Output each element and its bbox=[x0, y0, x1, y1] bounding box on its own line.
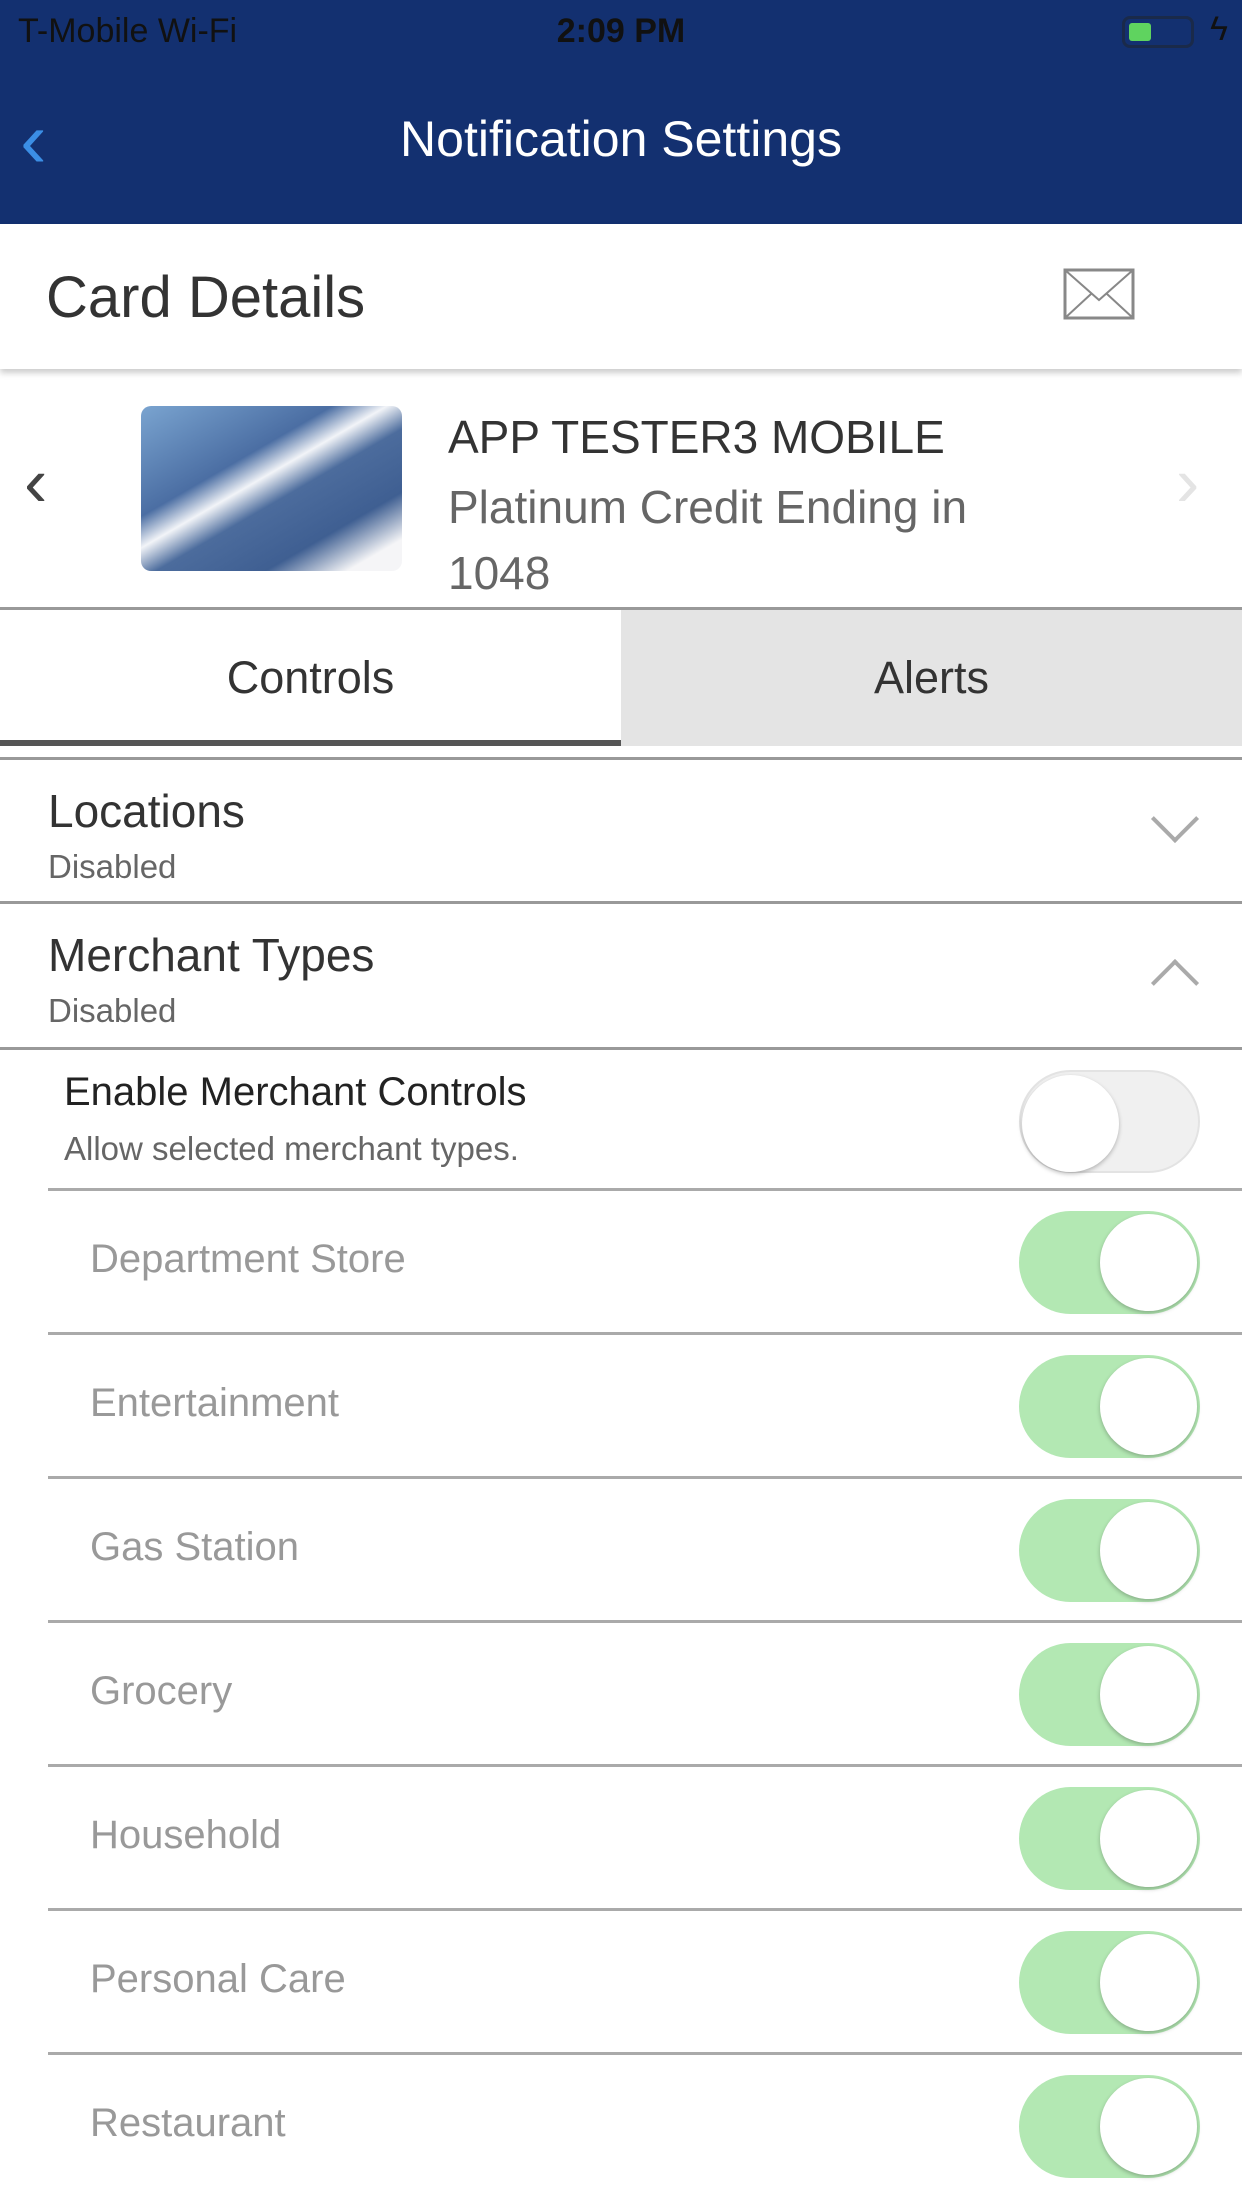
time-label: 2:09 PM bbox=[556, 12, 686, 50]
enable-title: Enable Merchant Controls bbox=[64, 1070, 527, 1114]
merchant-toggle[interactable] bbox=[1019, 1355, 1200, 1458]
merchant-toggle[interactable] bbox=[1019, 1499, 1200, 1602]
mail-icon[interactable] bbox=[1063, 268, 1135, 320]
tab-controls[interactable]: Controls bbox=[0, 610, 621, 746]
merchant-row: Gas Station bbox=[48, 1476, 1242, 1620]
merchant-toggle[interactable] bbox=[1019, 2075, 1200, 2178]
merchant-toggle[interactable] bbox=[1019, 1211, 1200, 1314]
merchant-row: Grocery bbox=[48, 1620, 1242, 1764]
merchant-row: Personal Care bbox=[48, 1908, 1242, 2052]
merchant-row: Entertainment bbox=[48, 1332, 1242, 1476]
merchant-label: Grocery bbox=[90, 1669, 233, 1713]
page-title: Notification Settings bbox=[400, 111, 842, 167]
section-title: Card Details bbox=[46, 265, 366, 330]
merchant-row: Household bbox=[48, 1764, 1242, 1908]
section-title: Locations bbox=[48, 785, 245, 837]
charging-icon: ϟ bbox=[1210, 10, 1228, 48]
battery-icon bbox=[1122, 16, 1194, 48]
merchant-label: Gas Station bbox=[90, 1525, 300, 1569]
nav-bar: T-Mobile Wi-Fi 2:09 PM ϟ ‹ Notification … bbox=[0, 0, 1242, 224]
enable-merchant-controls-toggle[interactable] bbox=[1019, 1070, 1200, 1173]
merchant-label: Restaurant bbox=[90, 2101, 286, 2145]
card-details-header: Card Details bbox=[0, 224, 1242, 369]
merchant-row: Department Store bbox=[48, 1188, 1242, 1332]
card-name: APP TESTER3 MOBILE bbox=[448, 411, 945, 463]
enable-merchant-controls-row: Enable Merchant Controls Allow selected … bbox=[0, 1047, 1242, 1190]
tab-alerts[interactable]: Alerts bbox=[621, 610, 1242, 746]
enable-subtitle: Allow selected merchant types. bbox=[64, 1130, 519, 1167]
merchant-row: Restaurant bbox=[48, 2052, 1242, 2196]
section-status: Disabled bbox=[48, 848, 177, 885]
merchant-toggle[interactable] bbox=[1019, 1643, 1200, 1746]
previous-card-button[interactable]: ‹ bbox=[24, 442, 47, 522]
merchant-label: Entertainment bbox=[90, 1381, 340, 1425]
merchant-label: Department Store bbox=[90, 1237, 406, 1281]
tab-bar: Controls Alerts bbox=[0, 610, 1242, 746]
card-image bbox=[141, 406, 402, 571]
locations-section[interactable]: Locations Disabled bbox=[0, 757, 1242, 903]
card-description: Platinum Credit Ending in 1048 bbox=[448, 481, 968, 599]
chevron-down-icon bbox=[1150, 794, 1200, 844]
merchant-label: Personal Care bbox=[90, 1957, 346, 2001]
merchant-types-section[interactable]: Merchant Types Disabled bbox=[0, 901, 1242, 1047]
merchant-toggle[interactable] bbox=[1019, 1931, 1200, 2034]
merchant-label: Household bbox=[90, 1813, 282, 1857]
chevron-up-icon bbox=[1150, 958, 1200, 1008]
status-bar: T-Mobile Wi-Fi 2:09 PM ϟ bbox=[0, 10, 1242, 60]
next-card-button[interactable]: › bbox=[1176, 442, 1199, 522]
section-title: Merchant Types bbox=[48, 929, 375, 981]
section-status: Disabled bbox=[48, 992, 177, 1029]
merchant-toggle[interactable] bbox=[1019, 1787, 1200, 1890]
card-selector: ‹ APP TESTER3 MOBILE Platinum Credit End… bbox=[0, 372, 1242, 610]
